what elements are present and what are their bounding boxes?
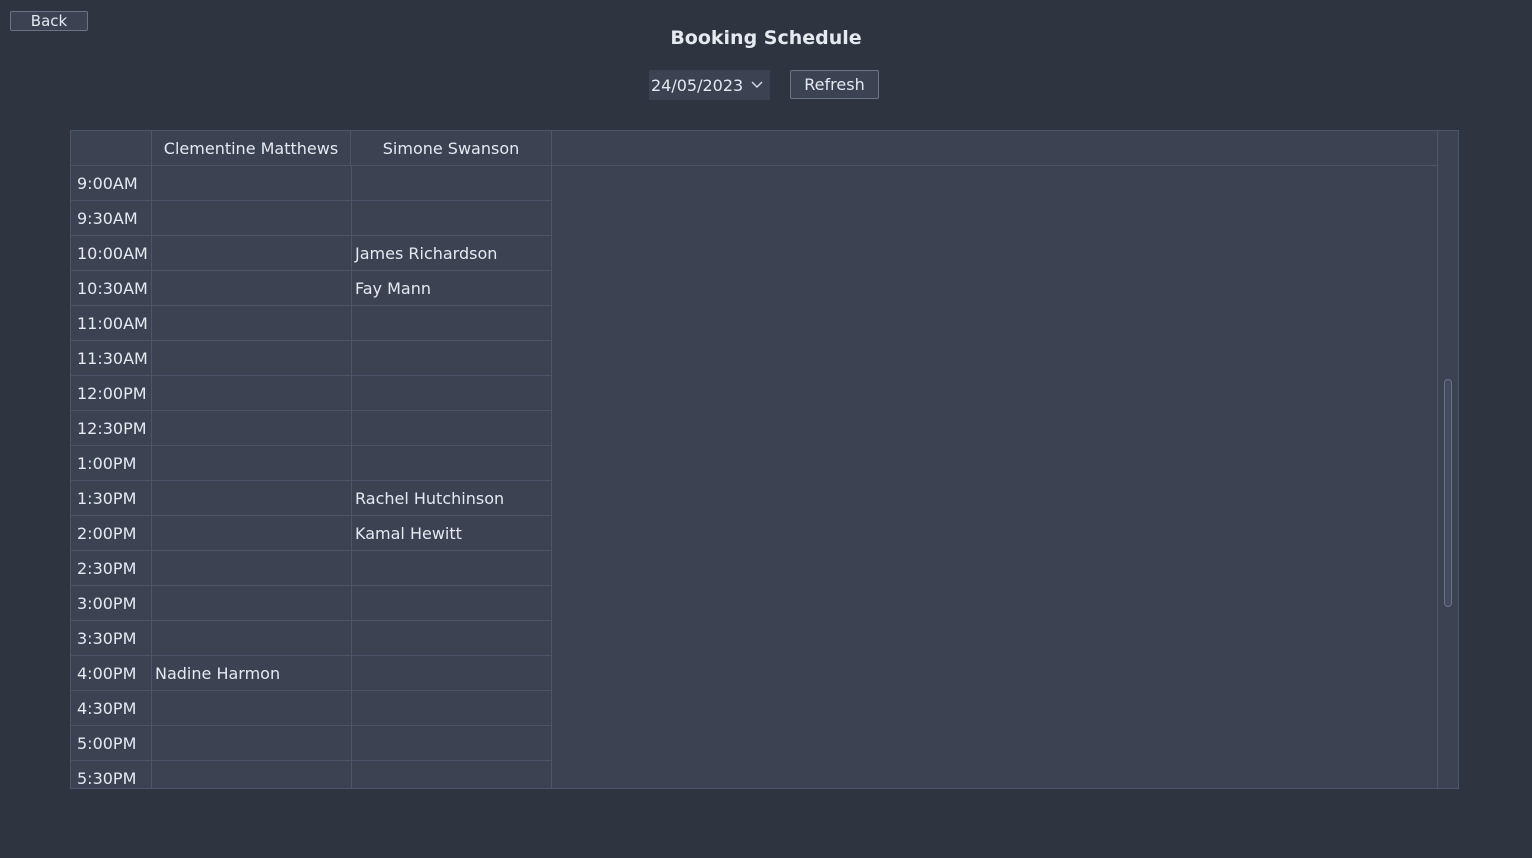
booking-cell[interactable]: James Richardson: [351, 236, 552, 271]
table-row: 10:00AM James Richardson: [71, 236, 552, 271]
table-row: 3:30PM: [71, 621, 552, 656]
booking-cell[interactable]: Rachel Hutchinson: [351, 481, 552, 516]
booking-cell[interactable]: [351, 201, 552, 236]
booking-cell[interactable]: [351, 166, 552, 201]
booking-cell[interactable]: [151, 621, 351, 656]
table-row: 5:30PM: [71, 761, 552, 788]
table-row: 12:00PM: [71, 376, 552, 411]
booking-cell[interactable]: Kamal Hewitt: [351, 516, 552, 551]
booking-cell[interactable]: [151, 516, 351, 551]
table-row: 11:30AM: [71, 341, 552, 376]
booking-cell[interactable]: [151, 446, 351, 481]
booking-cell[interactable]: [351, 306, 552, 341]
time-slot-label: 1:30PM: [71, 481, 151, 516]
schedule-table: Clementine Matthews Simone Swanson 9:00A…: [70, 130, 1459, 789]
booking-cell[interactable]: [151, 236, 351, 271]
time-slot-label: 9:00AM: [71, 166, 151, 201]
time-slot-label: 5:30PM: [71, 761, 151, 788]
booking-cell[interactable]: [151, 551, 351, 586]
booking-cell[interactable]: [351, 586, 552, 621]
booking-cell[interactable]: [151, 481, 351, 516]
booking-cell[interactable]: [151, 726, 351, 761]
booking-cell[interactable]: [151, 166, 351, 201]
time-slot-label: 2:00PM: [71, 516, 151, 551]
booking-cell[interactable]: [151, 306, 351, 341]
table-row: 4:30PM: [71, 691, 552, 726]
time-slot-label: 2:30PM: [71, 551, 151, 586]
booking-cell[interactable]: [351, 376, 552, 411]
booking-cell[interactable]: [151, 341, 351, 376]
table-row: 10:30AM Fay Mann: [71, 271, 552, 306]
chevron-down-icon: [751, 81, 763, 88]
table-row: 1:30PM Rachel Hutchinson: [71, 481, 552, 516]
column-header-staff[interactable]: Simone Swanson: [351, 131, 552, 165]
time-slot-label: 11:30AM: [71, 341, 151, 376]
time-slot-label: 3:30PM: [71, 621, 151, 656]
table-row: 4:00PM Nadine Harmon: [71, 656, 552, 691]
booking-cell[interactable]: [351, 691, 552, 726]
booking-cell[interactable]: Fay Mann: [351, 271, 552, 306]
table-row: 9:30AM: [71, 201, 552, 236]
table-row: 2:30PM: [71, 551, 552, 586]
booking-cell[interactable]: [351, 761, 552, 788]
booking-cell[interactable]: Nadine Harmon: [151, 656, 351, 691]
booking-cell[interactable]: [351, 726, 552, 761]
vertical-scrollbar[interactable]: [1437, 131, 1458, 788]
booking-cell[interactable]: [151, 411, 351, 446]
time-slot-label: 11:00AM: [71, 306, 151, 341]
table-row: 11:00AM: [71, 306, 552, 341]
booking-cell[interactable]: [351, 341, 552, 376]
page-title: Booking Schedule: [670, 27, 862, 49]
table-row: 2:00PM Kamal Hewitt: [71, 516, 552, 551]
table-row: 3:00PM: [71, 586, 552, 621]
booking-cell[interactable]: [351, 411, 552, 446]
time-slot-label: 4:00PM: [71, 656, 151, 691]
booking-cell[interactable]: [151, 761, 351, 788]
time-slot-label: 10:00AM: [71, 236, 151, 271]
booking-cell[interactable]: [151, 376, 351, 411]
time-slot-label: 1:00PM: [71, 446, 151, 481]
time-slot-label: 12:30PM: [71, 411, 151, 446]
booking-cell[interactable]: [351, 551, 552, 586]
date-picker[interactable]: 24/05/2023: [649, 70, 770, 100]
date-value: 24/05/2023: [651, 75, 744, 95]
table-row: 1:00PM: [71, 446, 552, 481]
table-body: 9:00AM 9:30AM 10:00AM James Richardson 10:30…: [71, 166, 1438, 788]
corner-header: [71, 131, 151, 165]
booking-cell[interactable]: [351, 656, 552, 691]
booking-cell[interactable]: [151, 691, 351, 726]
time-slot-label: 10:30AM: [71, 271, 151, 306]
column-header-staff[interactable]: Clementine Matthews: [151, 131, 351, 165]
table-header: Clementine Matthews Simone Swanson: [71, 131, 1438, 166]
time-slot-label: 3:00PM: [71, 586, 151, 621]
time-slot-label: 9:30AM: [71, 201, 151, 236]
table-row: 9:00AM: [71, 166, 552, 201]
time-slot-label: 4:30PM: [71, 691, 151, 726]
booking-cell[interactable]: [151, 586, 351, 621]
table-row: 12:30PM: [71, 411, 552, 446]
time-slot-label: 12:00PM: [71, 376, 151, 411]
time-slot-label: 5:00PM: [71, 726, 151, 761]
booking-cell[interactable]: [151, 271, 351, 306]
scrollbar-thumb[interactable]: [1444, 379, 1452, 607]
booking-cell[interactable]: [151, 201, 351, 236]
refresh-button[interactable]: Refresh: [790, 70, 879, 99]
table-row: 5:00PM: [71, 726, 552, 761]
booking-cell[interactable]: [351, 621, 552, 656]
booking-cell[interactable]: [351, 446, 552, 481]
